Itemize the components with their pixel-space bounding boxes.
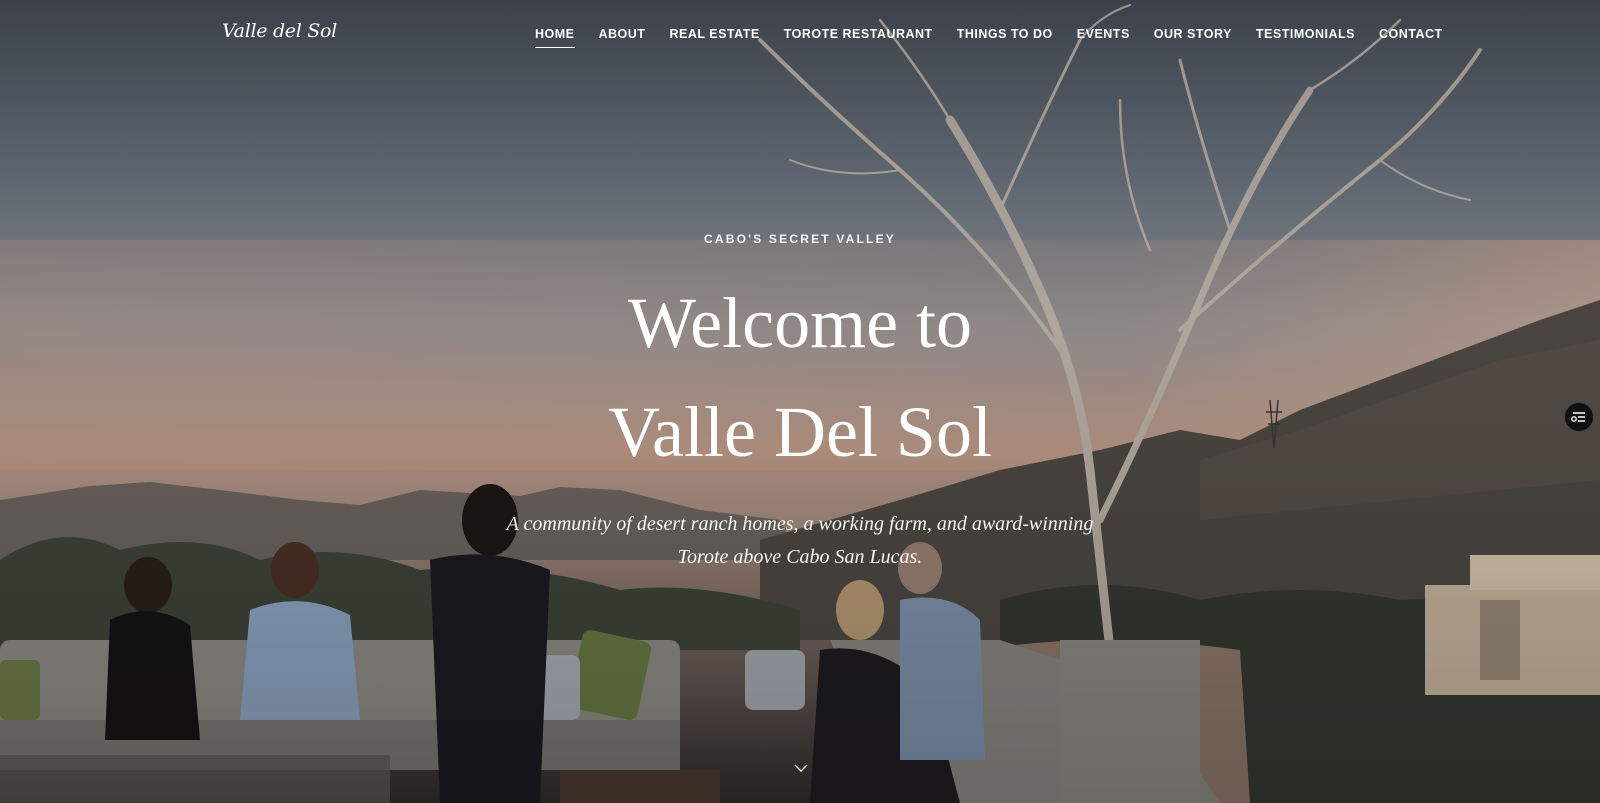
nav-real-estate[interactable]: REAL ESTATE <box>669 27 759 48</box>
nav-torote-restaurant[interactable]: TOROTE RESTAURANT <box>784 27 933 48</box>
nav-contact[interactable]: CONTACT <box>1379 27 1443 48</box>
hero-eyebrow: CABO'S SECRET VALLEY <box>704 232 896 246</box>
main-navigation: HOME ABOUT REAL ESTATE TOROTE RESTAURANT… <box>535 27 1443 48</box>
nav-our-story[interactable]: OUR STORY <box>1154 27 1232 48</box>
site-logo[interactable]: Valle del Sol <box>222 20 337 42</box>
site-header: Valle del Sol HOME ABOUT REAL ESTATE TOR… <box>0 0 1600 70</box>
hero-subtitle-line1: A community of desert ranch homes, a wor… <box>506 513 1094 535</box>
hero-headline-line2: Valle Del Sol <box>608 392 992 472</box>
nav-events[interactable]: EVENTS <box>1077 27 1130 48</box>
nav-things-to-do[interactable]: THINGS TO DO <box>957 27 1053 48</box>
chevron-down-icon[interactable] <box>794 760 808 772</box>
nav-testimonials[interactable]: TESTIMONIALS <box>1256 27 1355 48</box>
hero-headline-line1: Welcome to <box>627 283 973 363</box>
accessibility-menu-icon[interactable] <box>1564 402 1594 432</box>
nav-home[interactable]: HOME <box>535 27 575 48</box>
hero-subtitle-line2: Torote above Cabo San Lucas. <box>677 546 923 568</box>
nav-about[interactable]: ABOUT <box>599 27 646 48</box>
